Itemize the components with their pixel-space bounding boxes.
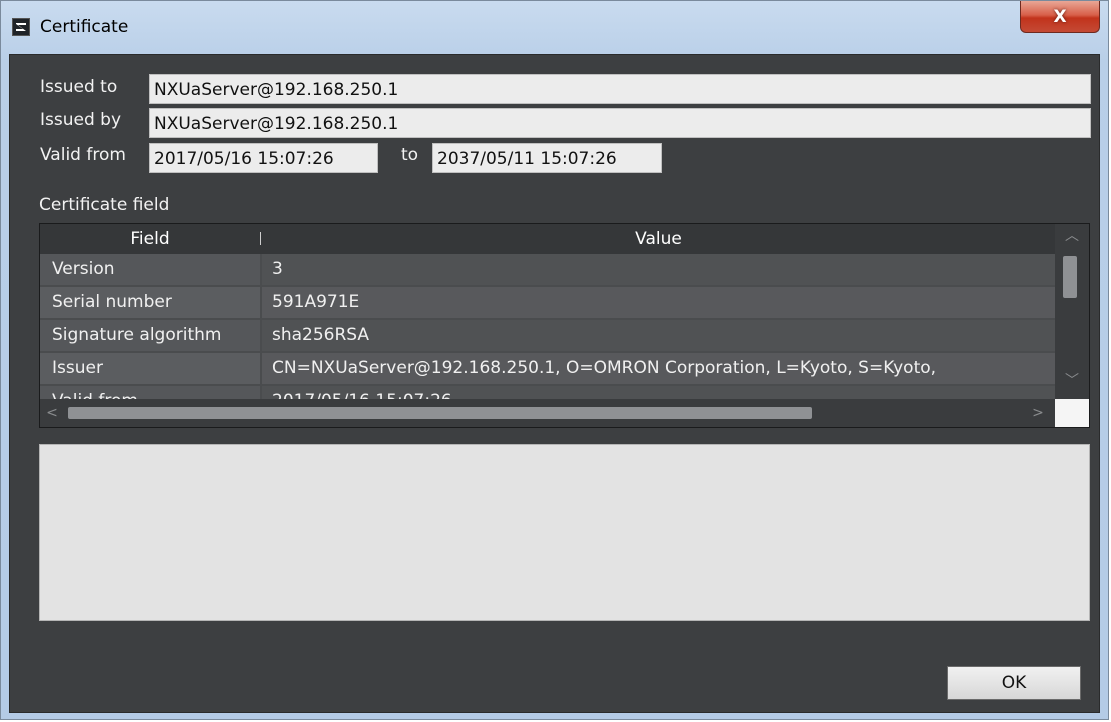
window-title: Certificate xyxy=(40,17,129,37)
chevron-down-icon[interactable]: ﹀ xyxy=(1055,369,1089,393)
value-cell: sha256RSA xyxy=(262,320,1055,351)
title-bar[interactable]: Certificate X xyxy=(1,1,1108,53)
table-row[interactable]: Valid from 2017/05/16 15:07:26 xyxy=(40,386,1055,399)
scrollbar-corner xyxy=(1055,399,1089,427)
column-divider[interactable] xyxy=(260,232,261,245)
certificate-dialog: Certificate X Issued to NXUaServer@192.1… xyxy=(0,0,1109,720)
horizontal-scroll-thumb[interactable] xyxy=(68,407,812,419)
to-label: to xyxy=(401,145,419,165)
issued-to-field[interactable]: NXUaServer@192.168.250.1 xyxy=(149,74,1091,104)
value-cell: 2017/05/16 15:07:26 xyxy=(262,386,1055,399)
grid-header: Field Value xyxy=(40,224,1055,254)
field-cell: Signature algorithm xyxy=(40,320,260,351)
table-row[interactable]: Signature algorithm sha256RSA xyxy=(40,320,1055,353)
horizontal-scrollbar[interactable]: < > xyxy=(40,399,1055,427)
grid-rows: Version 3 Serial number 591A971E Signatu… xyxy=(40,254,1055,399)
column-header-value[interactable]: Value xyxy=(262,224,1055,254)
table-row[interactable]: Serial number 591A971E xyxy=(40,287,1055,320)
field-cell: Serial number xyxy=(40,287,260,318)
column-header-field[interactable]: Field xyxy=(40,224,260,254)
certificate-field-grid[interactable]: Field Value Version 3 Serial number 591A… xyxy=(39,223,1090,428)
value-cell: 591A971E xyxy=(262,287,1055,318)
vertical-scrollbar[interactable]: ︿ ﹀ xyxy=(1055,224,1089,399)
valid-from-label: Valid from xyxy=(40,145,126,165)
dialog-body: Issued to NXUaServer@192.168.250.1 Issue… xyxy=(9,54,1100,713)
chevron-up-icon[interactable]: ︿ xyxy=(1055,224,1089,248)
field-cell: Version xyxy=(40,254,260,285)
field-detail-box[interactable] xyxy=(39,444,1090,621)
vertical-scroll-thumb[interactable] xyxy=(1063,256,1077,298)
ok-button[interactable]: OK xyxy=(947,666,1081,700)
issued-by-label: Issued by xyxy=(40,110,122,130)
certificate-field-label: Certificate field xyxy=(39,195,170,215)
field-cell: Issuer xyxy=(40,353,260,384)
valid-from-field[interactable]: 2017/05/16 15:07:26 xyxy=(149,143,378,173)
valid-to-field[interactable]: 2037/05/11 15:07:26 xyxy=(432,143,662,173)
value-cell: 3 xyxy=(262,254,1055,285)
chevron-left-icon[interactable]: < xyxy=(40,399,64,427)
issued-by-field[interactable]: NXUaServer@192.168.250.1 xyxy=(149,108,1091,138)
chevron-right-icon[interactable]: > xyxy=(1026,399,1050,427)
close-icon: X xyxy=(1053,6,1067,27)
app-icon xyxy=(12,18,30,36)
value-cell: CN=NXUaServer@192.168.250.1, O=OMRON Cor… xyxy=(262,353,1055,384)
table-row[interactable]: Issuer CN=NXUaServer@192.168.250.1, O=OM… xyxy=(40,353,1055,386)
issued-to-label: Issued to xyxy=(40,77,118,97)
field-cell: Valid from xyxy=(40,386,260,399)
close-button[interactable]: X xyxy=(1020,1,1100,33)
table-row[interactable]: Version 3 xyxy=(40,254,1055,287)
